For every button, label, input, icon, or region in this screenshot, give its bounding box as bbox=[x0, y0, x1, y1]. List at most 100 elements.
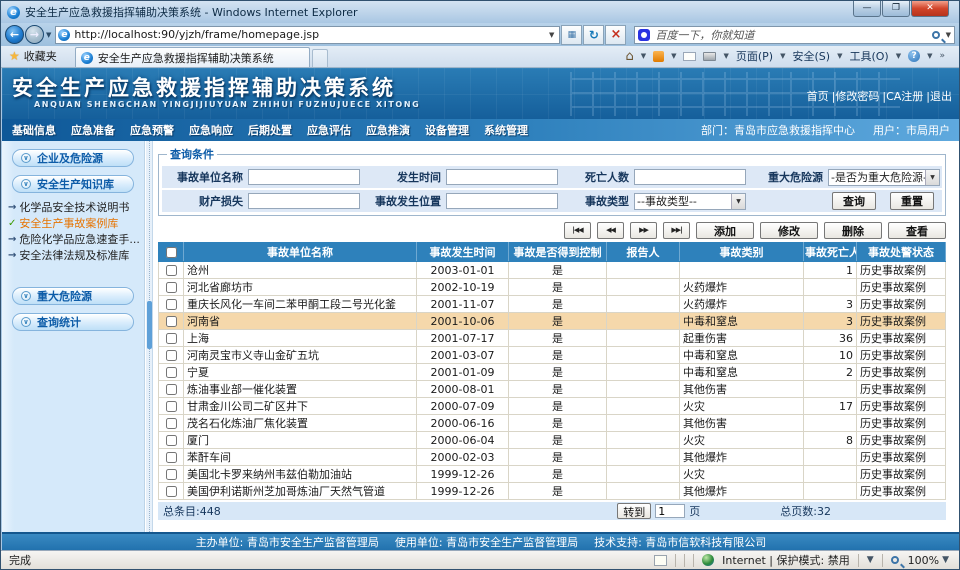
row-checkbox[interactable] bbox=[166, 350, 177, 361]
address-dropdown-icon[interactable]: ▼ bbox=[546, 31, 557, 39]
table-row[interactable]: 苯酐车间 2000-02-03 是 其他爆炸 历史事故案例 bbox=[159, 449, 946, 466]
table-row[interactable]: 沧州 2003-01-01 是 1 历史事故案例 bbox=[159, 262, 946, 279]
search-icon[interactable] bbox=[932, 31, 940, 39]
table-row[interactable]: 美国伊利诺斯州芝加哥炼油厂天然气管道 1999-12-26 是 其他爆炸 历史事… bbox=[159, 483, 946, 500]
col-reporter[interactable]: 报告人 bbox=[607, 243, 680, 262]
splitter-collapse-handle[interactable] bbox=[147, 301, 152, 349]
row-checkbox[interactable] bbox=[166, 316, 177, 327]
compatibility-view-button[interactable]: ▦ bbox=[561, 25, 582, 45]
deaths-input[interactable] bbox=[634, 169, 746, 185]
col-status[interactable]: 事故处警状态 bbox=[857, 243, 946, 262]
row-checkbox[interactable] bbox=[166, 469, 177, 480]
view-button[interactable]: 查看 bbox=[888, 222, 946, 239]
table-row[interactable]: 炼油事业部一催化装置 2000-08-01 是 其他伤害 历史事故案例 bbox=[159, 381, 946, 398]
menu-emergency-prepare[interactable]: 应急准备 bbox=[71, 122, 115, 138]
search-button[interactable]: 查询 bbox=[832, 192, 876, 210]
browser-tab[interactable]: e 安全生产应急救援指挥辅助决策系统 bbox=[75, 47, 310, 67]
last-page-button[interactable]: ▶▶| bbox=[663, 222, 690, 239]
row-checkbox[interactable] bbox=[166, 435, 177, 446]
stop-button[interactable]: × bbox=[605, 25, 626, 45]
link-ca-register[interactable]: |CA注册 bbox=[882, 88, 923, 104]
accident-type-select[interactable]: --事故类型-- ▼ bbox=[634, 193, 746, 210]
link-home[interactable]: 首页 bbox=[807, 88, 829, 104]
row-checkbox[interactable] bbox=[166, 367, 177, 378]
table-row[interactable]: 厦门 2000-06-04 是 火灾 8 历史事故案例 bbox=[159, 432, 946, 449]
table-row[interactable]: 美国北卡罗来纳州韦兹伯勒加油站 1999-12-26 是 火灾 历史事故案例 bbox=[159, 466, 946, 483]
page-menu[interactable]: 页面(P) bbox=[736, 48, 773, 64]
page-number-input[interactable] bbox=[655, 504, 685, 518]
col-category[interactable]: 事故类别 bbox=[680, 243, 804, 262]
prev-page-button[interactable]: ◀◀ bbox=[597, 222, 624, 239]
menu-emergency-response[interactable]: 应急响应 bbox=[189, 122, 233, 138]
location-input[interactable] bbox=[446, 193, 558, 209]
menu-device-manage[interactable]: 设备管理 bbox=[425, 122, 469, 138]
more-icon[interactable]: » bbox=[939, 51, 945, 61]
table-row[interactable]: 茂名石化炼油厂焦化装置 2000-06-16 是 其他伤害 历史事故案例 bbox=[159, 415, 946, 432]
select-all-checkbox[interactable] bbox=[166, 247, 177, 258]
maximize-button[interactable]: ❐ bbox=[882, 1, 910, 17]
refresh-button[interactable]: ↻ bbox=[583, 25, 604, 45]
col-deaths[interactable]: 事故死亡人数 bbox=[804, 243, 857, 262]
table-row[interactable]: 河南省 2001-10-06 是 中毒和窒息 3 历史事故案例 bbox=[159, 313, 946, 330]
menu-post-disposal[interactable]: 后期处置 bbox=[248, 122, 292, 138]
col-date[interactable]: 事故发生时间 bbox=[417, 243, 509, 262]
mail-icon[interactable] bbox=[683, 52, 696, 61]
major-hazard-select[interactable]: -是否为重大危险源- ▼ bbox=[828, 169, 940, 186]
recent-pages-dropdown[interactable]: ▼ bbox=[46, 31, 51, 39]
first-page-button[interactable]: |◀◀ bbox=[564, 222, 591, 239]
sidebar-section-enterprise-hazard[interactable]: ∨ 企业及危险源 bbox=[12, 149, 134, 167]
forward-button[interactable]: → bbox=[25, 25, 44, 44]
row-checkbox[interactable] bbox=[166, 418, 177, 429]
address-bar[interactable]: e http://localhost:90/yjzh/frame/homepag… bbox=[55, 26, 560, 44]
property-loss-input[interactable] bbox=[248, 193, 360, 209]
row-checkbox[interactable] bbox=[166, 452, 177, 463]
link-change-password[interactable]: |修改密码 bbox=[832, 88, 880, 104]
menu-emergency-evaluate[interactable]: 应急评估 bbox=[307, 122, 351, 138]
row-checkbox[interactable] bbox=[166, 282, 177, 293]
add-button[interactable]: 添加 bbox=[696, 222, 754, 239]
menu-basic-info[interactable]: 基础信息 bbox=[12, 122, 56, 138]
print-dropdown-icon[interactable]: ▼ bbox=[723, 52, 728, 60]
menu-system-manage[interactable]: 系统管理 bbox=[484, 122, 528, 138]
tools-menu[interactable]: 工具(O) bbox=[849, 48, 888, 64]
table-row[interactable]: 甘肃金川公司二矿区井下 2000-07-09 是 火灾 17 历史事故案例 bbox=[159, 398, 946, 415]
table-row[interactable]: 上海 2001-07-17 是 起重伤害 36 历史事故案例 bbox=[159, 330, 946, 347]
safety-menu[interactable]: 安全(S) bbox=[792, 48, 830, 64]
search-dropdown-icon[interactable]: ▼ bbox=[946, 31, 951, 39]
home-icon[interactable]: ⌂ bbox=[625, 49, 633, 64]
new-tab-button[interactable] bbox=[312, 49, 328, 67]
sidebar-section-query-stats[interactable]: ∨ 查询统计 bbox=[12, 313, 134, 331]
sidebar-splitter[interactable] bbox=[146, 141, 153, 534]
sidebar-section-major-hazard[interactable]: ∨ 重大危险源 bbox=[12, 287, 134, 305]
sidebar-item-chemical-msds[interactable]: → 化学品安全技术说明书 bbox=[8, 199, 144, 215]
favorites-button[interactable]: ★ 收藏夹 bbox=[1, 45, 67, 67]
table-row[interactable]: 宁夏 2001-01-09 是 中毒和窒息 2 历史事故案例 bbox=[159, 364, 946, 381]
row-checkbox[interactable] bbox=[166, 265, 177, 276]
print-icon[interactable] bbox=[703, 52, 716, 61]
rss-icon[interactable] bbox=[653, 51, 664, 62]
col-controlled[interactable]: 事故是否得到控制 bbox=[509, 243, 607, 262]
table-row[interactable]: 河南灵宝市义寺山金矿五坑 2001-03-07 是 中毒和窒息 10 历史事故案… bbox=[159, 347, 946, 364]
edit-button[interactable]: 修改 bbox=[760, 222, 818, 239]
sidebar-section-knowledge-base[interactable]: ∨ 安全生产知识库 bbox=[12, 175, 134, 193]
search-placeholder[interactable]: 百度一下，你就知道 bbox=[655, 27, 931, 43]
goto-page-button[interactable]: 转到 bbox=[617, 503, 651, 519]
sidebar-item-accident-cases[interactable]: ✓ 安全生产事故案例库 bbox=[8, 215, 144, 231]
delete-button[interactable]: 删除 bbox=[824, 222, 882, 239]
menu-emergency-warning[interactable]: 应急预警 bbox=[130, 122, 174, 138]
rss-dropdown-icon[interactable]: ▼ bbox=[671, 52, 676, 60]
row-checkbox[interactable] bbox=[166, 384, 177, 395]
menu-emergency-drill[interactable]: 应急推演 bbox=[366, 122, 410, 138]
sidebar-item-hazchem-quickref[interactable]: → 危险化学品应急速查手... bbox=[8, 231, 144, 247]
table-row[interactable]: 重庆长风化一车间二苯甲酮工段二号光化釜 2001-11-07 是 火药爆炸 3 … bbox=[159, 296, 946, 313]
link-logout[interactable]: |退出 bbox=[926, 88, 952, 104]
protected-mode-dropdown[interactable]: ▼ bbox=[867, 555, 874, 565]
search-box[interactable]: 百度一下，你就知道 ▼ bbox=[634, 26, 955, 44]
help-icon[interactable]: ? bbox=[908, 50, 920, 62]
row-checkbox[interactable] bbox=[166, 333, 177, 344]
col-unit-name[interactable]: 事故单位名称 bbox=[184, 243, 417, 262]
occur-time-input[interactable] bbox=[446, 169, 558, 185]
unit-name-input[interactable] bbox=[248, 169, 360, 185]
row-checkbox[interactable] bbox=[166, 299, 177, 310]
minimize-button[interactable]: — bbox=[853, 1, 881, 17]
